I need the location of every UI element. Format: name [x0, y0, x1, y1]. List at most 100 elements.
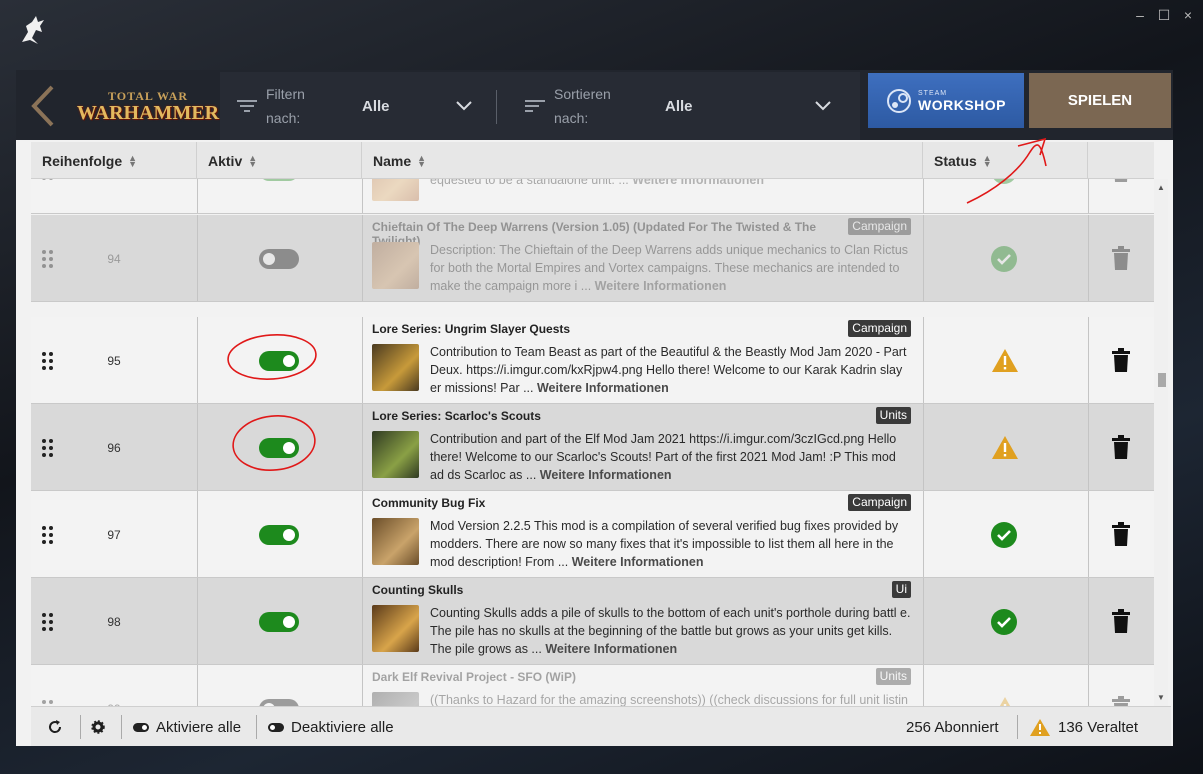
filter-control[interactable]: Filtern nach: Alle [236, 72, 472, 140]
mod-description: ((Thanks to Hazard for the amazing scree… [430, 691, 913, 706]
more-info-link[interactable]: Weitere Informationen [632, 179, 764, 187]
mod-thumbnail [372, 344, 419, 391]
row-content: mod: https://steamcommunity.com/sharedfi… [31, 179, 1154, 213]
drag-handle-icon[interactable] [42, 215, 53, 302]
scrollbar-thumb[interactable] [1158, 373, 1166, 387]
deactivate-all-button[interactable]: Deaktiviere alle [268, 707, 394, 747]
mod-description: Counting Skulls adds a pile of skulls to… [430, 604, 913, 658]
toggle-knob [263, 253, 275, 265]
order-number: 94 [107, 252, 121, 266]
sort-arrows-icon: ▲ ▼ [128, 152, 138, 169]
drag-handle-icon[interactable] [42, 404, 53, 491]
mod-description: Contribution to Team Beast as part of th… [430, 343, 913, 397]
status-ok-icon [991, 179, 1017, 184]
active-toggle[interactable] [259, 438, 299, 458]
drag-handle-icon[interactable] [42, 179, 53, 214]
activate-all-button[interactable]: Aktiviere alle [133, 707, 241, 747]
table-row[interactable]: 95 Lore Series: Ungrim Slayer Quests Campa… [31, 317, 1154, 404]
footer-bar: Aktiviere alle Deaktiviere alle 256 Abon… [31, 706, 1171, 746]
col-header-active[interactable]: Aktiv ▲ ▼ [197, 142, 362, 179]
play-button[interactable]: SPIELEN [1029, 73, 1171, 128]
row-content: 96 Lore Series: Scarloc's Scouts Units Cont… [31, 404, 1154, 490]
game-logo-top: TOTAL WAR [107, 89, 189, 103]
status-warning-icon [991, 435, 1018, 461]
settings-button[interactable] [91, 707, 105, 747]
mod-name[interactable]: Community Bug Fix [372, 496, 842, 510]
trash-icon[interactable] [1111, 435, 1131, 459]
table-row[interactable]: 99Dark Elf Revival Project - SFO (WiP)Un… [31, 665, 1154, 706]
col-header-order[interactable]: Reihenfolge ▲ ▼ [31, 142, 197, 179]
trash-icon[interactable] [1111, 522, 1131, 546]
table-row[interactable]: 97 Community Bug Fix Campaign Mod Version 2… [31, 491, 1154, 578]
order-number: 97 [107, 528, 121, 542]
mod-name[interactable]: Lore Series: Ungrim Slayer Quests [372, 322, 842, 336]
more-info-link[interactable]: Weitere Informationen [572, 555, 704, 569]
active-toggle[interactable] [259, 699, 299, 706]
mod-name[interactable]: Dark Elf Revival Project - SFO (WiP) [372, 670, 842, 684]
row-content: 95 Lore Series: Ungrim Slayer Quests Campa… [31, 317, 1154, 403]
drag-handle-icon[interactable] [42, 491, 53, 578]
table-row[interactable]: 96 Lore Series: Scarloc's Scouts Units Cont… [31, 404, 1154, 491]
col-header-name[interactable]: Name ▲ ▼ [362, 142, 923, 179]
maximize-button[interactable]: ☐ [1157, 8, 1171, 22]
active-toggle[interactable] [259, 612, 299, 632]
trash-icon[interactable] [1111, 696, 1131, 706]
row-content: 98 Counting Skulls Ui Counting Skulls adds … [31, 578, 1154, 664]
active-toggle[interactable] [259, 179, 299, 181]
footer-separator [256, 715, 257, 739]
more-info-link[interactable]: Weitere Informationen [595, 279, 727, 293]
mod-tag-badge: Campaign [848, 494, 911, 511]
col-order-label: Reihenfolge [42, 152, 123, 169]
table-row[interactable]: 94 Chieftain Of The Deep Warrens (Version… [31, 215, 1154, 302]
steam-workshop-button[interactable]: STEAM WORKSHOP [868, 73, 1024, 128]
drag-handle-icon[interactable] [42, 578, 53, 665]
refresh-button[interactable] [47, 707, 63, 747]
order-number: 95 [107, 354, 121, 368]
scroll-down-icon[interactable]: ▼ [1157, 693, 1165, 702]
drag-handle-icon[interactable] [42, 317, 53, 404]
outdated-count[interactable]: 136 Veraltet [1029, 707, 1138, 747]
col-header-status[interactable]: Status ▲ ▼ [923, 142, 1088, 179]
active-toggle[interactable] [259, 249, 299, 269]
mod-thumbnail [372, 518, 419, 565]
order-number: 96 [107, 441, 121, 455]
warning-icon [1030, 718, 1050, 736]
row-content: 97 Community Bug Fix Campaign Mod Version 2… [31, 491, 1154, 577]
more-info-link[interactable]: Weitere Informationen [545, 642, 677, 656]
chevron-down-icon [815, 101, 831, 111]
filter-icon [237, 100, 257, 112]
mod-tag-badge: Campaign [848, 218, 911, 235]
sort-control[interactable]: Sortieren nach: Alle [524, 72, 831, 140]
scrollbar[interactable]: ▲ ▼ [1154, 179, 1168, 706]
mod-thumbnail [372, 242, 419, 289]
trash-icon[interactable] [1111, 348, 1131, 372]
workshop-label: WORKSHOP [918, 96, 1006, 113]
active-toggle[interactable] [259, 525, 299, 545]
toggle-knob [283, 529, 295, 541]
drag-handle-icon[interactable] [42, 665, 53, 706]
back-button[interactable] [16, 72, 70, 140]
deactivate-all-label: Deaktiviere alle [291, 718, 394, 736]
mod-thumbnail [372, 605, 419, 652]
mod-tag-badge: Campaign [848, 320, 911, 337]
more-info-link[interactable]: Weitere Informationen [540, 468, 672, 482]
more-info-link[interactable]: Weitere Informationen [537, 381, 669, 395]
footer-separator [121, 715, 122, 739]
minimize-button[interactable]: – [1133, 8, 1147, 22]
trash-icon[interactable] [1111, 179, 1131, 182]
game-logo: TOTAL WAR WARHAMMER [77, 78, 219, 136]
mod-name[interactable]: Counting Skulls [372, 583, 842, 597]
scroll-up-icon[interactable]: ▲ [1157, 183, 1165, 192]
footer-separator [1017, 715, 1018, 739]
trash-icon[interactable] [1111, 609, 1131, 633]
active-toggle[interactable] [259, 351, 299, 371]
sort-arrows-icon: ▲ ▼ [417, 152, 427, 169]
trash-icon[interactable] [1111, 246, 1131, 270]
chevron-left-icon [31, 85, 54, 127]
table-row[interactable]: 98 Counting Skulls Ui Counting Skulls adds … [31, 578, 1154, 665]
col-name-label: Name [373, 152, 412, 169]
mod-name[interactable]: Lore Series: Scarloc's Scouts [372, 409, 842, 423]
col-header-delete [1088, 142, 1154, 179]
table-row[interactable]: mod: https://steamcommunity.com/sharedfi… [31, 179, 1154, 214]
close-button[interactable]: × [1181, 8, 1195, 22]
